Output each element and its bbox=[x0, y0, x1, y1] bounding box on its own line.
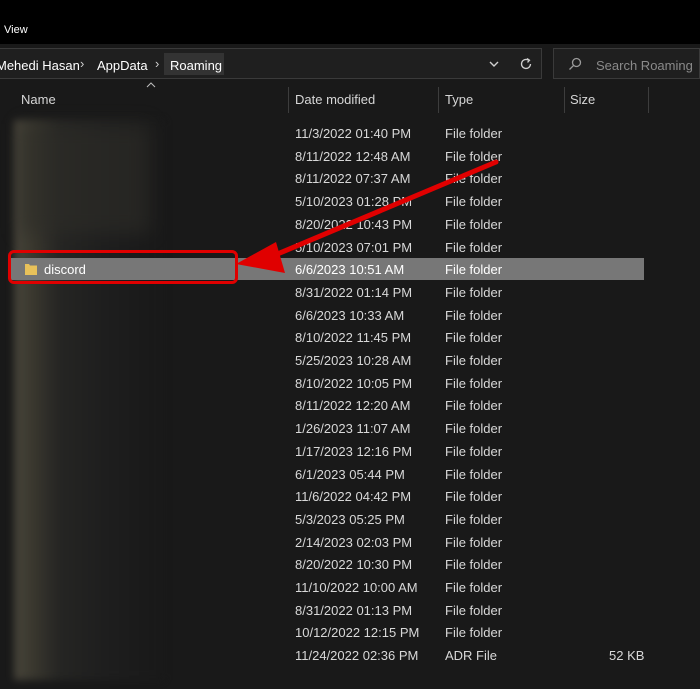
menu-bar: View bbox=[0, 0, 700, 44]
file-type: File folder bbox=[445, 444, 503, 459]
file-type: File folder bbox=[445, 580, 503, 595]
file-type: File folder bbox=[445, 126, 503, 141]
table-row[interactable]: 8/20/2022 10:30 PM File folder bbox=[0, 553, 700, 575]
chevron-right-icon[interactable]: › bbox=[155, 56, 159, 71]
file-type: File folder bbox=[445, 512, 503, 527]
file-date: 8/10/2022 11:45 PM bbox=[295, 330, 412, 345]
address-bar[interactable]: Mehedi Hasan › AppData › Roaming bbox=[0, 48, 542, 79]
file-date: 8/20/2022 10:43 PM bbox=[295, 217, 413, 232]
file-date: 8/31/2022 01:13 PM bbox=[295, 603, 413, 618]
table-row[interactable]: 10/12/2022 12:15 PM File folder bbox=[0, 621, 700, 643]
file-date: 5/10/2023 01:28 PM bbox=[295, 194, 413, 209]
table-row[interactable]: 5/10/2023 01:28 PM File folder bbox=[0, 190, 700, 212]
table-row[interactable]: 11/10/2022 10:00 AM File folder bbox=[0, 576, 700, 598]
search-box[interactable]: Search Roaming bbox=[553, 48, 700, 79]
file-type: File folder bbox=[445, 557, 503, 572]
file-type: File folder bbox=[445, 535, 503, 550]
column-header-type[interactable]: Type bbox=[445, 92, 473, 107]
file-date: 8/10/2022 10:05 PM bbox=[295, 376, 413, 391]
file-size: 52 KB bbox=[609, 648, 645, 663]
file-date: 6/1/2023 05:44 PM bbox=[295, 467, 405, 482]
file-date: 1/26/2023 11:07 AM bbox=[295, 421, 411, 436]
breadcrumb-roaming[interactable]: Roaming bbox=[170, 58, 222, 73]
column-divider[interactable] bbox=[564, 87, 565, 113]
table-row[interactable]: 8/10/2022 11:45 PM File folder bbox=[0, 326, 700, 348]
file-type: File folder bbox=[445, 398, 503, 413]
table-row[interactable]: 11/24/2022 02:36 PM ADR File 52 KB bbox=[0, 644, 700, 666]
sort-ascending-icon bbox=[146, 82, 156, 88]
menu-view[interactable]: View bbox=[4, 24, 28, 36]
file-type: File folder bbox=[445, 489, 503, 504]
file-type: File folder bbox=[445, 421, 503, 436]
file-date: 8/31/2022 01:14 PM bbox=[295, 285, 413, 300]
search-placeholder: Search Roaming bbox=[596, 58, 693, 73]
file-date: 8/20/2022 10:30 PM bbox=[295, 557, 413, 572]
table-row[interactable]: 6/6/2023 10:33 AM File folder bbox=[0, 304, 700, 326]
table-row[interactable]: 5/3/2023 05:25 PM File folder bbox=[0, 508, 700, 530]
file-date: 5/10/2023 07:01 PM bbox=[295, 240, 413, 255]
file-type: File folder bbox=[445, 467, 503, 482]
table-row[interactable]: 8/31/2022 01:14 PM File folder bbox=[0, 281, 700, 303]
file-date: 10/12/2022 12:15 PM bbox=[295, 625, 420, 640]
file-date: 11/3/2022 01:40 PM bbox=[295, 126, 412, 141]
file-type: File folder bbox=[445, 194, 503, 209]
column-header-date[interactable]: Date modified bbox=[295, 92, 375, 107]
file-date: 8/11/2022 07:37 AM bbox=[295, 171, 411, 186]
column-header-size[interactable]: Size bbox=[570, 92, 595, 107]
file-date: 5/3/2023 05:25 PM bbox=[295, 512, 405, 527]
breadcrumb-user[interactable]: Mehedi Hasan bbox=[0, 58, 80, 73]
table-row[interactable]: 8/20/2022 10:43 PM File folder bbox=[0, 213, 700, 235]
file-date: 11/6/2022 04:42 PM bbox=[295, 489, 412, 504]
table-row[interactable]: 6/1/2023 05:44 PM File folder bbox=[0, 463, 700, 485]
file-date: 1/17/2023 12:16 PM bbox=[295, 444, 413, 459]
file-type: File folder bbox=[445, 625, 503, 640]
table-row[interactable]: 1/17/2023 12:16 PM File folder bbox=[0, 440, 700, 462]
file-type: File folder bbox=[445, 285, 503, 300]
file-date: 11/10/2022 10:00 AM bbox=[295, 580, 418, 595]
file-type: File folder bbox=[445, 171, 503, 186]
breadcrumb-appdata[interactable]: AppData bbox=[97, 58, 148, 73]
file-date: 6/6/2023 10:51 AM bbox=[295, 262, 405, 277]
column-divider[interactable] bbox=[648, 87, 649, 113]
table-row[interactable]: 11/6/2022 04:42 PM File folder bbox=[0, 485, 700, 507]
search-icon bbox=[569, 57, 582, 70]
table-row[interactable]: 8/11/2022 12:48 AM File folder bbox=[0, 145, 700, 167]
file-type: File folder bbox=[445, 330, 503, 345]
column-divider[interactable] bbox=[288, 87, 289, 113]
annotation-box bbox=[8, 250, 238, 284]
table-row[interactable]: 8/31/2022 01:13 PM File folder bbox=[0, 599, 700, 621]
file-date: 8/11/2022 12:48 AM bbox=[295, 149, 411, 164]
table-row[interactable]: 2/14/2023 02:03 PM File folder bbox=[0, 531, 700, 553]
file-date: 11/24/2022 02:36 PM bbox=[295, 648, 419, 663]
refresh-icon[interactable] bbox=[517, 55, 535, 73]
column-divider[interactable] bbox=[438, 87, 439, 113]
file-date: 6/6/2023 10:33 AM bbox=[295, 308, 405, 323]
file-type: File folder bbox=[445, 308, 503, 323]
file-type: File folder bbox=[445, 149, 503, 164]
file-date: 2/14/2023 02:03 PM bbox=[295, 535, 413, 550]
file-type: File folder bbox=[445, 262, 503, 277]
file-date: 5/25/2023 10:28 AM bbox=[295, 353, 412, 368]
file-type: File folder bbox=[445, 353, 503, 368]
chevron-right-icon[interactable]: › bbox=[80, 56, 84, 71]
table-row[interactable]: 5/25/2023 10:28 AM File folder bbox=[0, 349, 700, 371]
table-row[interactable]: 8/11/2022 12:20 AM File folder bbox=[0, 394, 700, 416]
table-row[interactable]: 11/3/2022 01:40 PM File folder bbox=[0, 122, 700, 144]
file-list: Name Date modified Type Size 11/3/2022 0… bbox=[0, 82, 700, 689]
table-row[interactable]: 1/26/2023 11:07 AM File folder bbox=[0, 417, 700, 439]
column-header-name[interactable]: Name bbox=[21, 92, 56, 107]
table-row[interactable]: 8/11/2022 07:37 AM File folder bbox=[0, 167, 700, 189]
chevron-down-icon[interactable] bbox=[485, 55, 503, 73]
file-type: File folder bbox=[445, 376, 503, 391]
file-date: 8/11/2022 12:20 AM bbox=[295, 398, 411, 413]
file-type: ADR File bbox=[445, 648, 498, 663]
file-type: File folder bbox=[445, 603, 503, 618]
file-type: File folder bbox=[445, 217, 503, 232]
file-type: File folder bbox=[445, 240, 503, 255]
table-row[interactable]: 8/10/2022 10:05 PM File folder bbox=[0, 372, 700, 394]
